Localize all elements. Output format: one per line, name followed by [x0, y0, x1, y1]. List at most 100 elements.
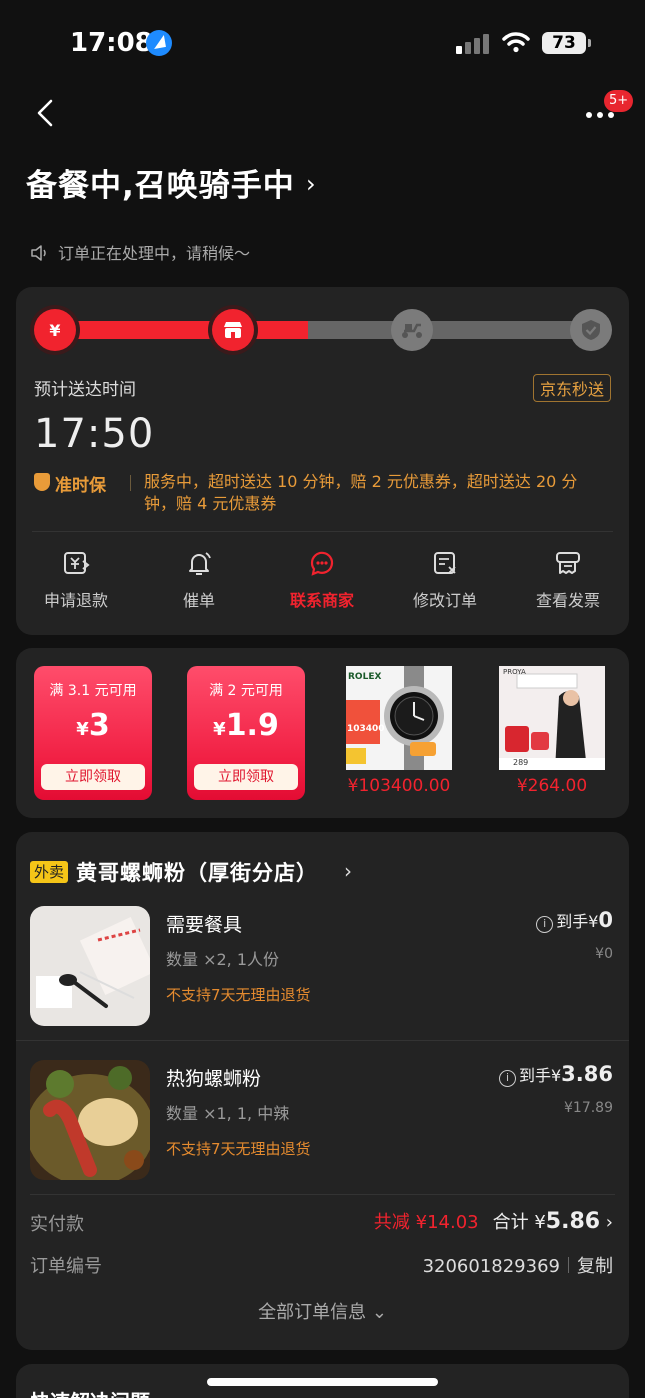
product-price: ¥264.00 [516, 776, 588, 796]
coupon-amount: 3 [88, 708, 110, 743]
payment-label: 实付款 [30, 1214, 84, 1235]
return-policy: 不支持7天无理由退货 [166, 986, 311, 1004]
refund-icon [64, 552, 90, 574]
store-name[interactable]: 黄哥螺蛳粉（厚街分店） [76, 857, 318, 887]
skincare-product-image: PROYA 289 [499, 666, 605, 770]
discount-amount: 共减 ¥14.03 [373, 1212, 479, 1233]
notice-text: 订单正在处理中，请稍候～ [58, 244, 251, 263]
item-name: 热狗螺蛳粉 [166, 1068, 262, 1090]
order-actions: 申请退款 催单 联系商家 修改订单 查看发票 [16, 549, 629, 611]
location-arrow-icon [146, 30, 172, 56]
coupon-amount: 1.9 [225, 708, 279, 743]
price-tag-text: 103400 [347, 724, 385, 734]
action-label: 联系商家 [289, 591, 354, 610]
urge-order-button[interactable]: 催单 [139, 549, 259, 611]
cellular-signal-icon [456, 32, 492, 54]
divider [568, 1257, 569, 1273]
order-status-title[interactable]: 备餐中,召唤骑手中 [26, 160, 295, 205]
contact-merchant-button[interactable]: 联系商家 [262, 549, 382, 611]
price-prefix: 到手¥ [556, 912, 599, 931]
yen-symbol: ¥ [76, 719, 89, 740]
product-skincare[interactable]: PROYA 289 ¥264.00 [499, 666, 605, 796]
refund-button[interactable]: 申请退款 [16, 549, 136, 611]
status-bar: 17:08 73 [0, 0, 645, 90]
wifi-icon [502, 32, 530, 53]
payment-row[interactable]: 实付款 共减 ¥14.03 合计 ¥5.86 › [30, 1208, 613, 1236]
service-tag: 京东秒送 [533, 374, 612, 402]
step-paid-yen-icon: ¥ [34, 309, 76, 351]
notification-badge: 5+ [604, 90, 634, 112]
price-value: 0 [598, 908, 613, 932]
coupon-card[interactable]: 满 2 元可用 ¥1.9 立即领取 [187, 666, 305, 800]
action-label: 催单 [182, 591, 215, 610]
eta-label: 预计送达时间 [34, 380, 136, 400]
divider [32, 531, 613, 532]
brand-text: ROLEX [348, 672, 382, 682]
ontime-description: 服务中，超时送达 10 分钟，赔 2 元优惠券，超时送达 20 分钟，赔 4 元… [144, 472, 578, 513]
divider [16, 1040, 629, 1041]
item-quantity: 数量 ×2, 1人份 [166, 950, 280, 969]
coupon-condition: 满 2 元可用 [209, 683, 283, 699]
item-price[interactable]: i 到手¥3.86 [498, 1062, 613, 1087]
price-tag-text: 289 [513, 758, 529, 767]
quick-help-title: 快速解决问题 [30, 1386, 150, 1398]
processing-notice: 订单正在处理中，请稍候～ [30, 240, 250, 264]
item-original-price: ¥17.89 [564, 1100, 613, 1116]
step-rider-scooter-icon [391, 309, 433, 351]
payment-summary[interactable]: 共减 ¥14.03 合计 ¥5.86 › [374, 1208, 613, 1234]
item-name: 需要餐具 [166, 914, 243, 936]
modify-order-button[interactable]: 修改订单 [385, 549, 505, 611]
progress-fill [42, 321, 309, 339]
order-detail-card: 外卖 黄哥螺蛳粉（厚街分店） › 需要餐具 数量 ×2, 1人份 不支持7天无理… [16, 832, 629, 1350]
return-policy: 不支持7天无理由退货 [166, 1140, 311, 1158]
back-arrow-icon[interactable] [34, 98, 56, 128]
divider [130, 475, 131, 491]
view-invoice-button[interactable]: 查看发票 [508, 549, 628, 611]
bell-icon [189, 552, 211, 575]
product-watch[interactable]: ROLEX 103400 ¥103400.00 [346, 666, 452, 796]
shield-check-icon [34, 473, 50, 491]
item-price[interactable]: i 到手¥0 [536, 908, 613, 933]
order-number-label: 订单编号 [30, 1256, 102, 1277]
watch-product-image: ROLEX 103400 [346, 666, 452, 770]
total-amount: 5.86 [545, 1209, 601, 1234]
order-number-group: 320601829369 复制 [423, 1252, 613, 1278]
claim-coupon-button[interactable]: 立即领取 [194, 764, 298, 790]
home-indicator[interactable] [207, 1378, 438, 1386]
order-number-row: 订单编号 320601829369 复制 [30, 1252, 613, 1280]
order-number: 320601829369 [422, 1256, 560, 1277]
edit-order-icon [434, 552, 456, 574]
action-label: 申请退款 [43, 591, 108, 610]
all-order-info-button[interactable]: 全部订单信息 ⌄ [16, 1298, 629, 1324]
coupon-condition: 满 3.1 元可用 [49, 683, 137, 699]
step-store-shop-icon [212, 309, 254, 351]
brand-text: PROYA [503, 668, 526, 676]
delivery-progress-card: ¥ 预计送达时间 京东秒送 17:50 准时保 服务中，超时送达 10 分钟，赔… [16, 287, 629, 635]
order-item[interactable]: 需要餐具 数量 ×2, 1人份 不支持7天无理由退货 i 到手¥0 ¥0 [16, 906, 629, 1046]
info-icon[interactable]: i [498, 1070, 516, 1087]
chevron-right-icon[interactable]: › [306, 170, 316, 198]
action-label: 查看发票 [535, 591, 600, 610]
claim-coupon-button[interactable]: 立即领取 [41, 764, 145, 790]
order-item[interactable]: 热狗螺蛳粉 数量 ×1, 1, 中辣 不支持7天无理由退货 i 到手¥3.86 ¥… [16, 1060, 629, 1200]
noodle-dish-image [30, 1060, 150, 1180]
price-value: 3.86 [561, 1062, 613, 1086]
promo-card: 满 3.1 元可用 ¥3 立即领取 满 2 元可用 ¥1.9 立即领取 ROLE… [16, 648, 629, 818]
action-label: 修改订单 [412, 591, 477, 610]
speaker-icon [31, 245, 46, 261]
takeout-tag: 外卖 [30, 861, 69, 883]
copy-button[interactable]: 复制 [577, 1256, 613, 1277]
chevron-right-icon[interactable]: › [344, 859, 352, 883]
eta-time: 17:50 [34, 411, 155, 457]
invoice-icon [556, 552, 580, 574]
price-prefix: 到手¥ [518, 1066, 562, 1085]
item-quantity: 数量 ×1, 1, 中辣 [166, 1104, 290, 1123]
chevron-right-icon: › [600, 1212, 613, 1233]
product-price: ¥103400.00 [347, 776, 451, 796]
coupon-value: ¥1.9 [187, 708, 305, 743]
info-icon[interactable]: i [536, 916, 554, 933]
battery-indicator: 73 [542, 32, 591, 54]
divider [30, 1194, 615, 1195]
total-prefix: 合计 ¥ [492, 1212, 546, 1233]
coupon-card[interactable]: 满 3.1 元可用 ¥3 立即领取 [34, 666, 152, 800]
